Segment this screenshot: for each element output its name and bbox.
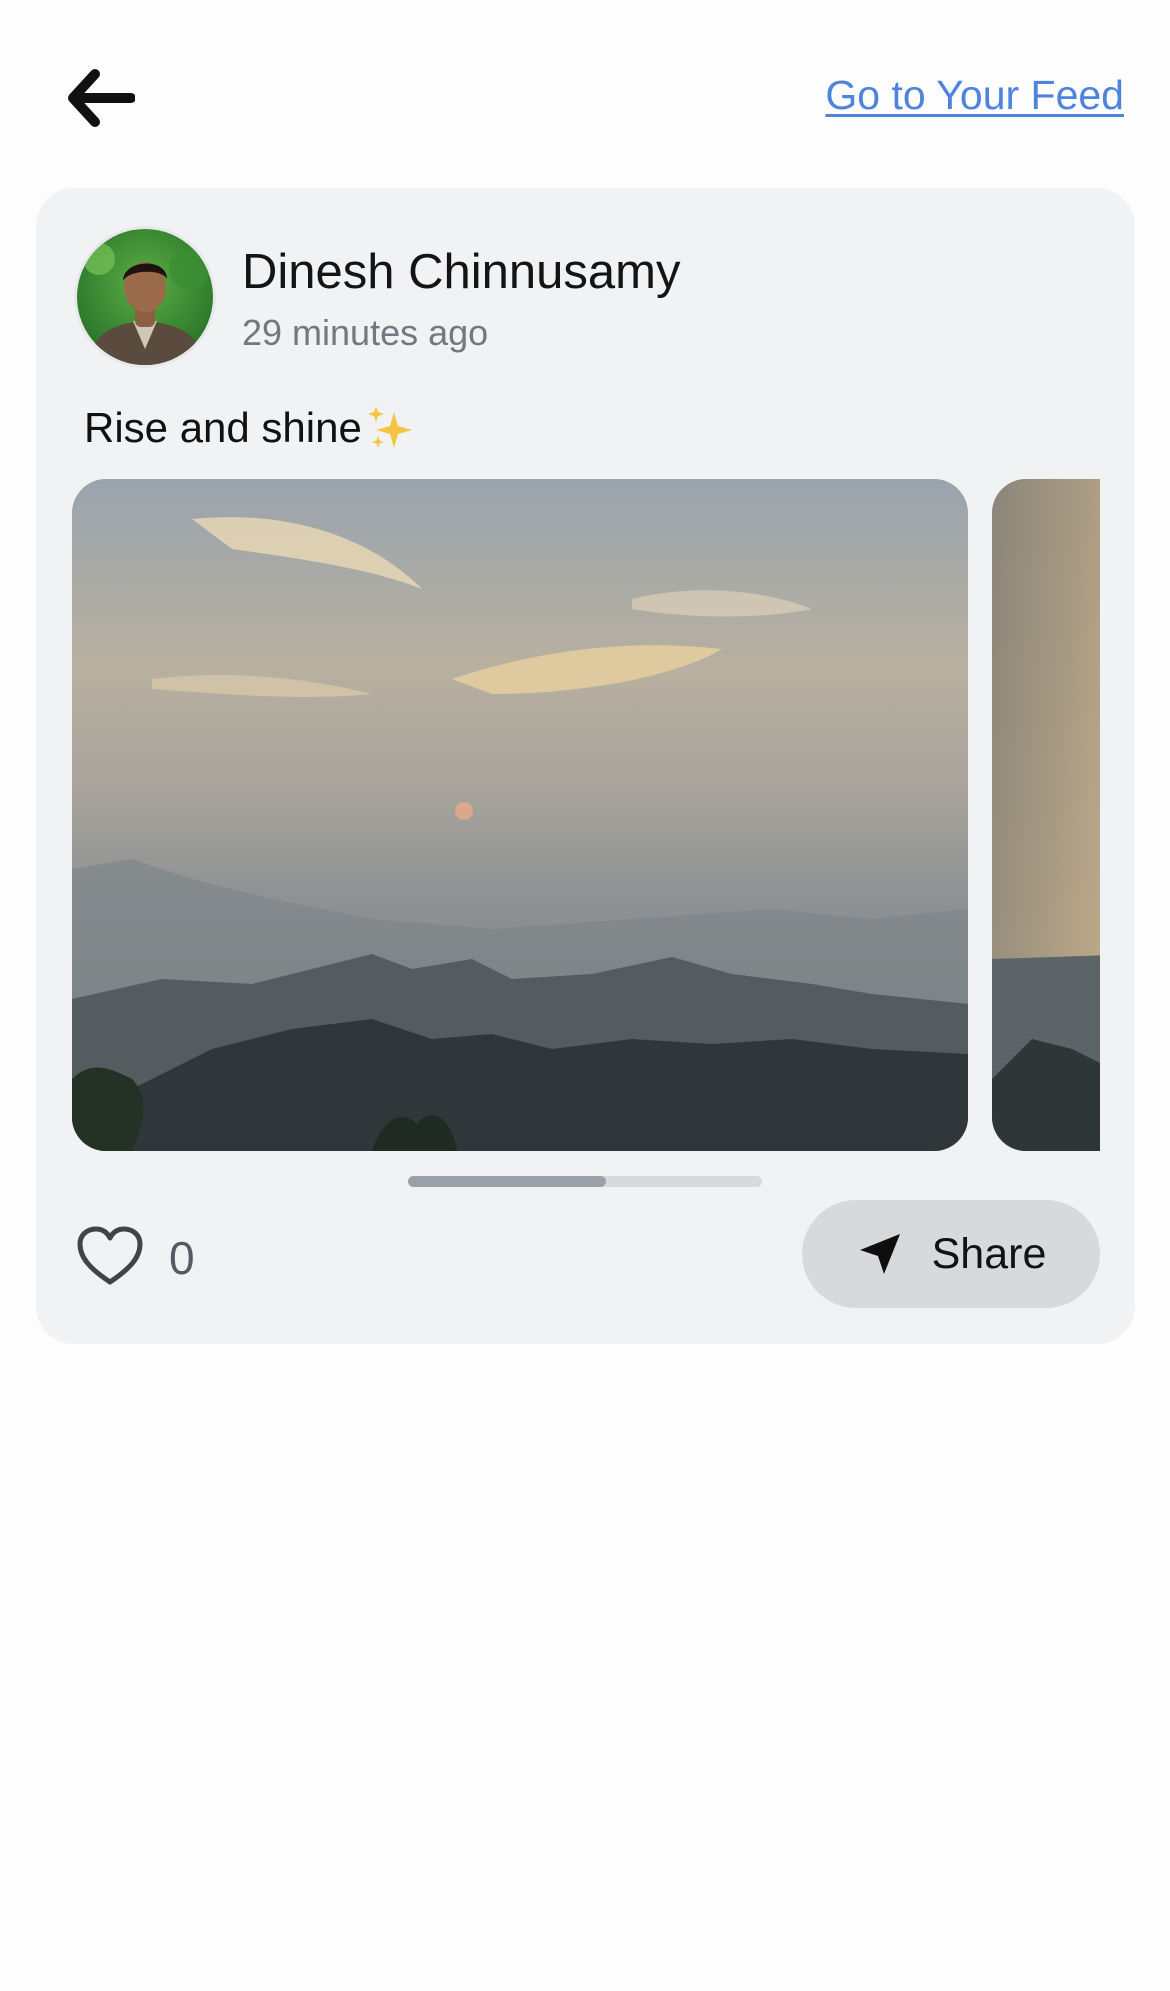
carousel-scroll-thumb xyxy=(408,1176,607,1187)
share-label: Share xyxy=(931,1229,1047,1278)
caption-text: Rise and shine xyxy=(84,404,362,451)
arrow-left-icon xyxy=(68,69,135,127)
like-button[interactable] xyxy=(72,1218,148,1294)
author-avatar[interactable] xyxy=(74,226,216,368)
post-image-2[interactable] xyxy=(992,479,1100,1151)
carousel-scroll-indicator xyxy=(408,1176,762,1187)
image-carousel[interactable] xyxy=(72,479,1100,1151)
post-image-1[interactable] xyxy=(72,479,968,1151)
share-button[interactable]: Share xyxy=(802,1200,1100,1308)
author-name[interactable]: Dinesh Chinnusamy xyxy=(242,244,681,300)
sparkles-icon xyxy=(367,406,412,448)
send-arrow-icon xyxy=(859,1234,900,1274)
post-timestamp: 29 minutes ago xyxy=(242,312,489,353)
back-button[interactable] xyxy=(62,62,138,134)
heart-icon xyxy=(77,1226,143,1285)
like-count: 0 xyxy=(169,1232,195,1284)
post-card: Dinesh Chinnusamy 29 minutes ago Rise an… xyxy=(36,188,1135,1344)
go-to-feed-link[interactable]: Go to Your Feed xyxy=(825,72,1124,119)
post-caption: Rise and shine xyxy=(84,402,416,454)
top-bar: Go to Your Feed xyxy=(0,0,1170,190)
